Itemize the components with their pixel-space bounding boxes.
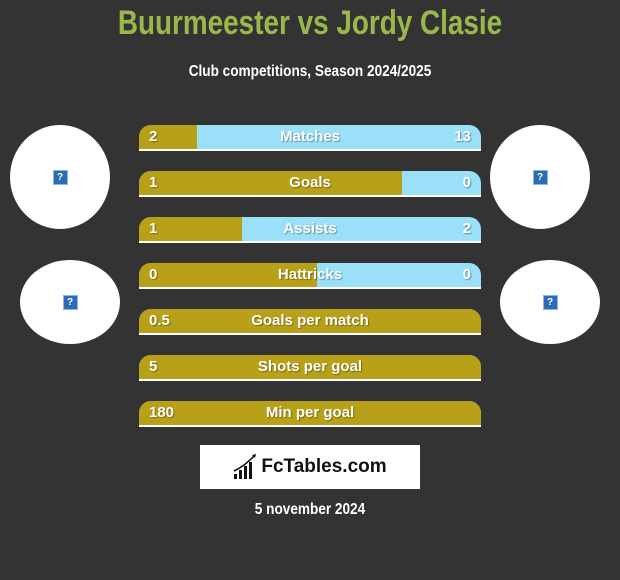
report-date: 5 november 2024 [254,501,366,518]
broken-image-icon: ? [52,169,68,185]
logo-text: FcTables.com [261,456,387,477]
left-value: 0 [149,266,158,283]
left-value: 1 [149,174,158,191]
stat-label: Goals [289,174,331,191]
stat-row-goals-per-match: Goals per match 0.5 [139,309,481,335]
stat-label: Assists [283,220,337,237]
stat-label: Matches [279,128,341,145]
bar-chart-icon [234,454,257,479]
stat-label: Shots per goal [257,358,363,375]
left-value: 5 [149,358,158,375]
left-value: 1 [149,220,158,237]
broken-image-icon: ? [532,169,548,185]
right-value: 0 [462,174,471,191]
stat-row-shots-per-goal: Shots per goal 5 [139,355,481,381]
left-player-avatar: ? [10,125,110,229]
fctables-logo[interactable]: FcTables.com [200,445,420,489]
broken-image-icon: ? [62,294,78,310]
stat-row-min-per-goal: Min per goal 180 [139,401,481,427]
right-value: 2 [462,220,471,237]
stat-row-goals: Goals 1 0 [139,171,481,197]
right-player-avatar: ? [490,125,590,229]
stat-row-hattricks: Hattricks 0 0 [139,263,481,289]
right-value: 13 [454,128,471,145]
left-value: 0.5 [149,312,170,329]
page-subtitle: Club competitions, Season 2024/2025 [188,63,432,80]
right-club-avatar: ? [500,260,600,344]
stat-label: Goals per match [251,312,369,329]
right-value: 0 [462,266,471,283]
left-value: 2 [149,128,158,145]
stat-label: Min per goal [265,404,355,421]
stat-label: Hattricks [277,266,343,283]
left-club-avatar: ? [20,260,120,344]
stat-row-matches: Matches 2 13 [139,125,481,151]
stat-row-assists: Assists 1 2 [139,217,481,243]
left-value: 180 [149,404,175,421]
broken-image-icon: ? [542,294,558,310]
page-title: Buurmeester vs Jordy Clasie [117,4,503,42]
